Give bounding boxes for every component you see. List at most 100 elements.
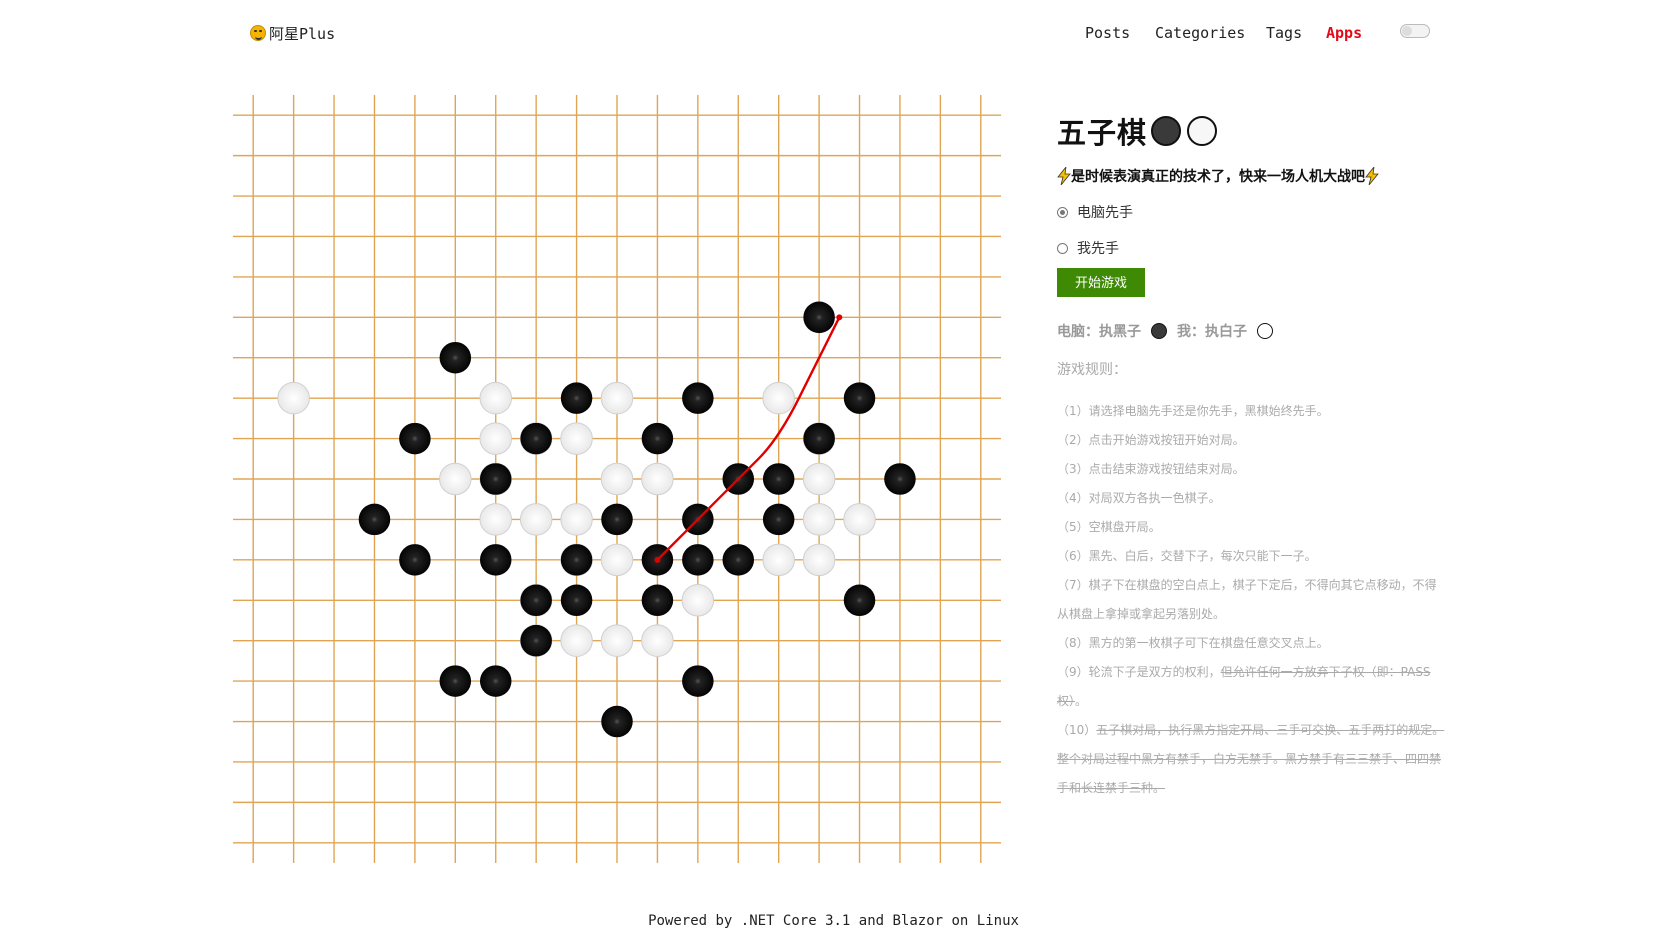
subtitle-text: 是时候表演真正的技术了，快来一场人机大战吧 <box>1071 169 1365 185</box>
game-panel: 五子棋 是时候表演真正的技术了，快来一场人机大战吧 电脑先手 我先手 开始游戏 … <box>1057 110 1447 803</box>
top-nav-categories-wrap: Categories <box>1155 22 1245 44</box>
top-nav-apps-wrap: Apps <box>1326 22 1362 44</box>
black-stone <box>520 624 552 657</box>
game-title: 五子棋 <box>1057 116 1148 150</box>
black-stone <box>843 382 876 414</box>
black-stone <box>399 544 431 576</box>
game-subtitle: 是时候表演真正的技术了，快来一场人机大战吧 <box>1057 166 1447 186</box>
black-stone <box>560 544 593 576</box>
rule-item: （8）黑方的第一枚棋子可下在棋盘任意交叉点上。 <box>1057 636 1329 650</box>
white-stone <box>802 543 836 577</box>
footer: Powered by .NET Core 3.1 and Blazor on L… <box>648 913 1019 929</box>
rule-item: （3）点击结束游戏按钮结束对局。 <box>1057 462 1245 476</box>
white-stone <box>641 624 674 657</box>
black-stone <box>358 503 391 536</box>
black-stone <box>560 584 593 617</box>
white-stone-icon <box>1257 323 1273 339</box>
first-move-options: 电脑先手 我先手 <box>1057 202 1447 258</box>
white-stone <box>560 503 593 536</box>
winning-line-end <box>836 314 843 321</box>
option-computer-first[interactable]: 电脑先手 <box>1057 202 1447 222</box>
white-stone <box>762 381 795 415</box>
top-nav: Posts <box>1085 22 1130 44</box>
black-stone <box>479 544 512 576</box>
white-stone <box>802 462 836 496</box>
rule-item: （4）对局双方各执一色棋子。 <box>1057 491 1221 505</box>
rule-item: （9）轮流下子是双方的权利，但允许任何一方放弃下子权（即：PASS权）。 <box>1057 665 1431 708</box>
white-stone <box>560 422 593 455</box>
rule-item: （6）黑先、白后，交替下子，每次只能下一子。 <box>1057 549 1317 563</box>
white-stone <box>600 543 634 577</box>
black-stone <box>520 584 552 617</box>
black-stone <box>884 463 916 495</box>
black-stone <box>520 422 552 455</box>
rule-item: （2）点击开始游戏按钮开始对局。 <box>1057 433 1245 447</box>
white-stone <box>600 462 634 496</box>
white-stone <box>439 462 472 496</box>
rule-item: （5）空棋盘开局。 <box>1057 520 1161 534</box>
black-stone <box>439 665 472 697</box>
white-stone <box>641 462 674 496</box>
black-stone <box>560 382 593 414</box>
start-game-button[interactable]: 开始游戏 <box>1057 268 1146 297</box>
option-me-first[interactable]: 我先手 <box>1057 238 1447 258</box>
white-stone <box>843 503 876 536</box>
player-status: 电脑：执黑子 我：执白子 <box>1057 321 1447 341</box>
black-stone-icon <box>1151 116 1182 146</box>
nav-tags[interactable]: Tags <box>1266 24 1302 42</box>
white-stone <box>479 422 513 455</box>
black-stone <box>762 463 795 495</box>
rule-item: （1）请选择电脑先手还是你先手，黑棋始终先手。 <box>1057 404 1329 418</box>
laughing-emoji-icon <box>250 25 266 41</box>
brand-label: 阿星Plus <box>269 24 336 43</box>
rule-item: （7）棋子下在棋盘的空白点上，棋子下定后，不得向其它点移动，不得从棋盘上拿掉或拿… <box>1057 578 1437 621</box>
black-stone <box>601 503 633 536</box>
option-label: 电脑先手 <box>1077 205 1133 221</box>
black-stone <box>439 341 472 374</box>
radio-computer-first[interactable] <box>1057 206 1068 218</box>
black-stone <box>682 544 714 576</box>
black-stone <box>682 665 714 697</box>
white-stone <box>600 624 634 657</box>
white-stone <box>560 624 593 657</box>
rules-title: 游戏规则： <box>1057 362 1127 378</box>
black-stone <box>682 382 714 414</box>
nav-apps[interactable]: Apps <box>1326 24 1362 42</box>
gomoku-board[interactable] <box>233 95 1001 863</box>
site-brand[interactable]: 阿星Plus <box>250 22 335 44</box>
nav-categories[interactable]: Categories <box>1155 24 1245 42</box>
white-stone <box>762 543 795 577</box>
black-stone <box>399 422 431 455</box>
black-stone <box>601 705 633 738</box>
rules-list: （1）请选择电脑先手还是你先手，黑棋始终先手。 （2）点击开始游戏按钮开始对局。… <box>1057 397 1447 803</box>
top-nav-tags-wrap: Tags <box>1266 22 1302 44</box>
white-stone <box>479 503 513 536</box>
black-stone-icon <box>1151 323 1167 339</box>
white-stone <box>802 503 836 536</box>
black-stone <box>641 422 674 455</box>
black-stone <box>762 503 795 536</box>
option-label: 我先手 <box>1077 241 1119 257</box>
black-stone <box>479 463 512 495</box>
white-stone <box>681 583 715 617</box>
white-stone <box>277 381 310 415</box>
radio-me-first[interactable] <box>1057 242 1068 254</box>
winning-line-start <box>654 556 661 563</box>
computer-label: 电脑：执黑子 <box>1057 324 1141 340</box>
black-stone <box>722 544 755 576</box>
white-stone <box>479 381 513 415</box>
theme-toggle[interactable] <box>1400 24 1430 38</box>
white-stone <box>519 503 553 536</box>
black-stone <box>843 584 876 617</box>
black-stone <box>803 301 835 334</box>
black-stone <box>803 422 835 455</box>
lightning-icon <box>1365 167 1379 185</box>
black-stone <box>479 665 512 697</box>
lightning-icon <box>1057 167 1071 185</box>
me-label: 我：执白子 <box>1177 324 1247 340</box>
white-stone-icon <box>1187 116 1218 146</box>
white-stone <box>600 381 634 415</box>
black-stone <box>641 584 674 617</box>
nav-posts[interactable]: Posts <box>1085 24 1130 42</box>
rule-item: （10）五子棋对局，执行黑方指定开局、三手可交换、五手两打的规定。整个对局过程中… <box>1057 723 1445 795</box>
